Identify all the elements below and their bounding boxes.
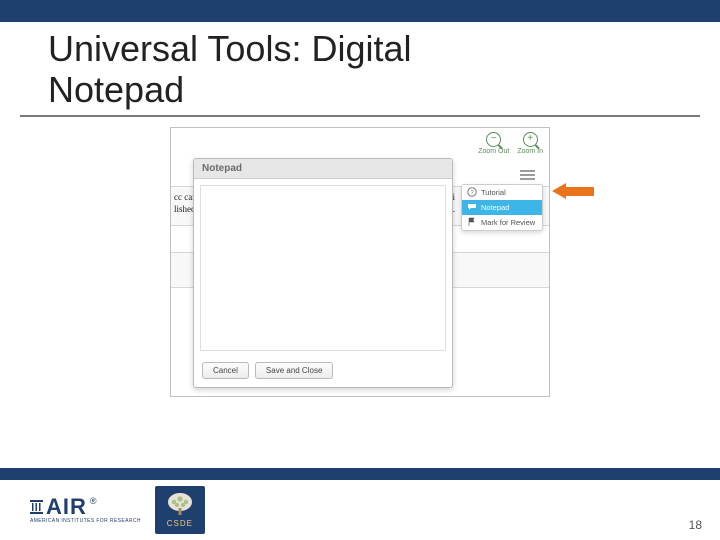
zoom-in-label: Zoom In — [517, 148, 543, 155]
logo-row: AIR ® AMERICAN INSTITUTES FOR RESEARCH C… — [0, 480, 720, 540]
arrow-head-icon — [552, 183, 566, 199]
zoom-in-button[interactable]: + Zoom In — [517, 132, 543, 155]
menu-item-notepad[interactable]: Notepad — [462, 200, 542, 215]
notepad-textarea[interactable] — [200, 185, 446, 351]
app-screenshot: − Zoom Out + Zoom In cc can t lished bli… — [170, 127, 550, 397]
registered-icon: ® — [90, 496, 97, 506]
slide-footer: AIR ® AMERICAN INSTITUTES FOR RESEARCH C… — [0, 468, 720, 540]
menu-item-label: Mark for Review — [481, 218, 535, 227]
context-menu: ? Tutorial Notepad Mark for Review — [461, 184, 543, 231]
air-logo-subtext: AMERICAN INSTITUTES FOR RESEARCH — [30, 518, 141, 524]
zoom-out-label: Zoom Out — [478, 148, 509, 155]
title-line-2: Notepad — [48, 69, 184, 110]
title-line-1: Universal Tools: Digital — [48, 28, 411, 69]
slide-title: Universal Tools: Digital Notepad — [20, 22, 700, 117]
hamburger-icon[interactable] — [520, 170, 535, 180]
magnifier-minus-icon: − — [486, 132, 501, 147]
air-logo: AIR ® AMERICAN INSTITUTES FOR RESEARCH — [30, 496, 141, 524]
csde-logo-text: CSDE — [167, 519, 193, 528]
menu-item-tutorial[interactable]: ? Tutorial — [462, 185, 542, 200]
csde-logo: CSDE — [155, 486, 205, 534]
menu-item-label: Notepad — [481, 203, 509, 212]
flag-icon — [467, 218, 477, 227]
notepad-header: Notepad — [194, 159, 452, 179]
menu-item-mark-for-review[interactable]: Mark for Review — [462, 215, 542, 230]
notepad-footer: Cancel Save and Close — [194, 357, 452, 387]
magnifier-plus-icon: + — [523, 132, 538, 147]
tree-icon — [165, 492, 195, 518]
notepad-dialog: Notepad Cancel Save and Close — [193, 158, 453, 388]
save-and-close-button[interactable]: Save and Close — [255, 362, 333, 379]
zoom-controls: − Zoom Out + Zoom In — [478, 132, 543, 155]
air-logo-text: AIR — [46, 496, 87, 518]
page-number: 18 — [689, 518, 702, 532]
speech-bubble-icon — [467, 203, 477, 212]
pillar-icon — [30, 500, 43, 514]
zoom-out-button[interactable]: − Zoom Out — [478, 132, 509, 155]
arrow-shaft — [566, 187, 594, 196]
callout-arrow — [552, 183, 594, 199]
cancel-button[interactable]: Cancel — [202, 362, 249, 379]
menu-item-label: Tutorial — [481, 188, 506, 197]
top-bar — [0, 0, 720, 22]
footer-band — [0, 468, 720, 480]
question-icon: ? — [467, 188, 477, 197]
